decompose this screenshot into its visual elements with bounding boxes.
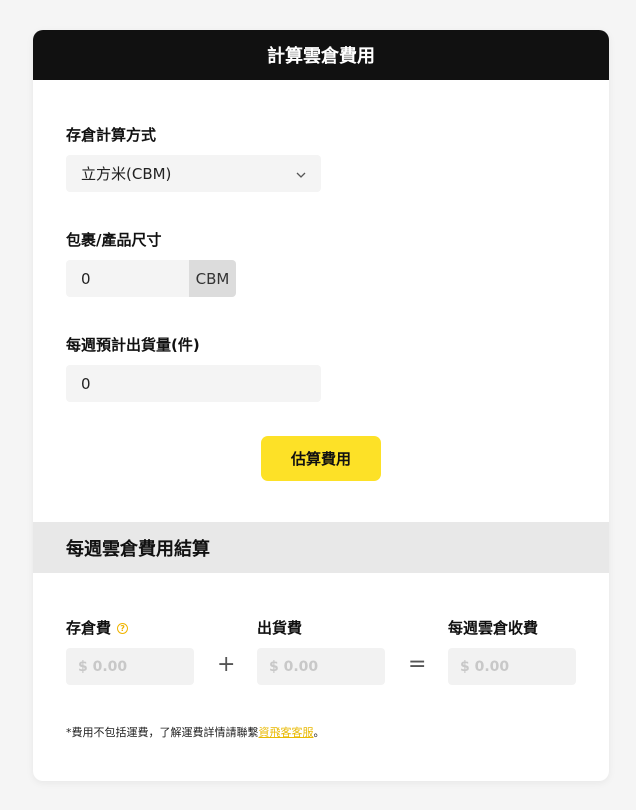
size-input[interactable]: 0 [66,260,189,297]
shipping-note: *費用不包括運費，了解運費詳情請聯繫資飛客客服。 [66,724,325,740]
method-label: 存倉計算方式 [66,126,157,144]
summary-title: 每週雲倉費用結算 [33,522,609,573]
method-value: 立方米(CBM) [81,165,172,183]
storage-fee-label-text: 存倉費 [66,619,112,637]
size-value: 0 [81,269,91,288]
plus-sign: + [217,652,236,677]
shipping-fee-output: $ 0.00 [257,648,385,685]
total-fee-output: $ 0.00 [448,648,576,685]
cost-calculator-card: 計算雲倉費用 存倉計算方式 立方米(CBM) 包裹/產品尺寸 0 CBM 每週預… [33,30,609,781]
info-icon[interactable]: ? [117,623,129,634]
shipping-fee-label: 出貨費 [257,619,303,637]
note-end: 。 [313,726,325,739]
calculator-title: 計算雲倉費用 [33,30,609,80]
size-unit-badge: CBM [189,260,236,297]
note-text: *費用不包括運費，了解運費詳情請聯繫 [66,726,259,739]
total-fee-label: 每週雲倉收費 [448,619,539,637]
quantity-value: 0 [81,374,91,393]
estimate-button[interactable]: 估算費用 [261,436,381,481]
size-label: 包裹/產品尺寸 [66,231,162,249]
quantity-label: 每週預計出貨量(件) [66,336,200,354]
customer-service-link[interactable]: 資飛客客服 [259,726,314,739]
method-select[interactable]: 立方米(CBM) [66,155,321,192]
equals-sign: = [408,652,427,677]
storage-fee-output: $ 0.00 [66,648,194,685]
storage-fee-label: 存倉費? [66,617,129,638]
chevron-down-icon [295,167,307,185]
quantity-input[interactable]: 0 [66,365,321,402]
